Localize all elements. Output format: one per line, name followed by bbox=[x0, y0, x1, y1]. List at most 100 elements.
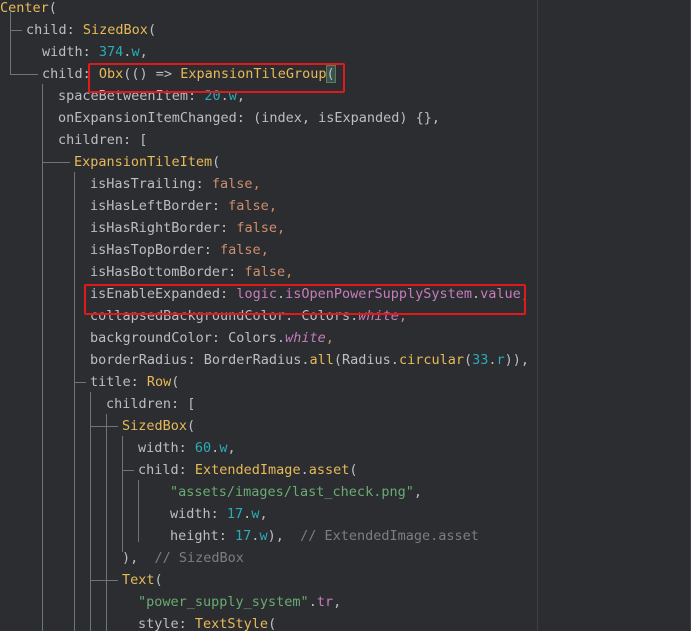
code-line[interactable]: child: SizedBox( bbox=[26, 19, 156, 41]
code-token: , bbox=[139, 44, 148, 60]
code-token: , bbox=[268, 198, 277, 214]
code-token: false bbox=[236, 220, 277, 236]
indent-guide-horizontal bbox=[42, 162, 70, 163]
code-line[interactable]: children: [ bbox=[106, 393, 195, 415]
indent-guide-vertical bbox=[90, 392, 91, 631]
code-token: ( bbox=[154, 572, 163, 588]
code-token: title: bbox=[90, 374, 147, 390]
code-line[interactable]: isHasLeftBorder: false, bbox=[90, 195, 277, 217]
code-token: ( bbox=[333, 352, 343, 368]
code-token: ( bbox=[325, 65, 336, 83]
code-token: Row bbox=[146, 374, 172, 390]
code-line[interactable]: collapsedBackgroundColor: Colors.white, bbox=[90, 305, 407, 327]
code-line[interactable]: borderRadius: BorderRadius.all(Radius.ci… bbox=[90, 349, 529, 371]
code-line[interactable]: spaceBetweenItem: 20.w, bbox=[58, 85, 245, 107]
code-token: 33 bbox=[472, 352, 489, 368]
code-line[interactable]: "power_supply_system".tr, bbox=[138, 591, 341, 613]
code-line[interactable]: height: 17.w), // ExtendedImage.asset bbox=[170, 525, 479, 547]
code-token: , bbox=[260, 242, 269, 258]
code-token: isHasTrailing: bbox=[90, 176, 212, 192]
code-token: ), bbox=[267, 528, 301, 544]
code-token: . bbox=[276, 286, 286, 302]
code-token: isEnableExpanded: bbox=[90, 286, 237, 302]
indent-guide-horizontal bbox=[122, 470, 134, 471]
indent-guide-vertical bbox=[74, 172, 75, 631]
code-token: // ExtendedImage.asset bbox=[300, 528, 479, 544]
code-line[interactable]: backgroundColor: Colors.white, bbox=[90, 327, 334, 349]
indent-guide-horizontal bbox=[74, 382, 86, 383]
code-token: white bbox=[358, 308, 399, 324]
code-token: false bbox=[211, 176, 253, 192]
code-token: isHasRightBorder: bbox=[90, 220, 237, 236]
code-line[interactable]: Center( bbox=[0, 0, 57, 19]
code-line[interactable]: SizedBox( bbox=[122, 415, 195, 437]
indent-guide-horizontal bbox=[90, 426, 118, 427]
code-token: false bbox=[244, 264, 286, 280]
code-line[interactable]: isHasBottomBorder: false, bbox=[90, 261, 293, 283]
code-token: height: bbox=[170, 528, 236, 544]
code-line[interactable]: Text( bbox=[122, 569, 163, 591]
code-line[interactable]: isHasTopBorder: false, bbox=[90, 239, 269, 261]
code-token: child: bbox=[42, 66, 99, 82]
code-token: BorderRadius bbox=[203, 352, 302, 368]
code-editor[interactable]: Center(child: SizedBox(width: 374.w, chil… bbox=[0, 0, 691, 631]
code-line[interactable]: width: 374.w, bbox=[42, 41, 148, 63]
code-token: , bbox=[398, 308, 407, 324]
indent-guide-vertical bbox=[138, 480, 139, 542]
code-token: SizedBox bbox=[122, 418, 188, 434]
code-token: 17 bbox=[226, 506, 244, 522]
code-line[interactable]: isHasRightBorder: false, bbox=[90, 217, 285, 239]
code-token: isHasBottomBorder: bbox=[90, 264, 245, 280]
code-token: collapsedBackgroundColor: Colors. bbox=[90, 308, 359, 324]
code-token: backgroundColor: Colors. bbox=[90, 330, 286, 346]
code-token: , bbox=[252, 176, 261, 192]
code-token: )), bbox=[504, 352, 530, 368]
indent-guide-vertical bbox=[122, 436, 123, 552]
code-token: asset bbox=[308, 462, 350, 478]
code-line[interactable]: child: ExtendedImage.asset( bbox=[138, 459, 358, 481]
code-token: child: bbox=[26, 22, 83, 38]
code-line[interactable]: isEnableExpanded: logic.isOpenPowerSuppl… bbox=[90, 283, 529, 305]
code-line[interactable]: style: TextStyle( bbox=[138, 613, 276, 631]
code-token: isHasLeftBorder: bbox=[90, 198, 229, 214]
code-token: Obx bbox=[98, 66, 124, 82]
code-token: false bbox=[220, 242, 261, 258]
code-line[interactable]: onExpansionItemChanged: (index, isExpand… bbox=[58, 107, 440, 129]
code-token: 17 bbox=[235, 528, 252, 544]
code-token: . bbox=[472, 286, 481, 302]
code-token: SizedBox bbox=[82, 22, 148, 38]
code-token: ( bbox=[171, 374, 180, 390]
code-line[interactable]: isHasTrailing: false, bbox=[90, 173, 261, 195]
code-token: . bbox=[308, 594, 317, 610]
code-line[interactable]: ), // SizedBox bbox=[122, 547, 244, 569]
code-token: . bbox=[300, 462, 309, 478]
code-token: white bbox=[285, 330, 326, 346]
code-token: spaceBetweenItem: bbox=[58, 88, 205, 104]
code-token: , bbox=[333, 594, 342, 610]
code-token: onExpansionItemChanged: (index, isExpand… bbox=[58, 110, 441, 126]
code-line[interactable]: child: Obx(() => ExpansionTileGroup( bbox=[42, 63, 336, 85]
code-token: ( bbox=[48, 0, 57, 16]
indent-guide-horizontal bbox=[10, 74, 38, 75]
code-line[interactable]: width: 17.w, bbox=[170, 503, 268, 525]
code-line[interactable]: "assets/images/last_check.png", bbox=[170, 481, 422, 503]
code-line[interactable]: children: [ bbox=[58, 129, 147, 151]
code-token: logic bbox=[236, 286, 277, 302]
indent-guide-vertical bbox=[42, 84, 43, 162]
indent-guide-vertical bbox=[106, 414, 107, 631]
code-token: , bbox=[285, 264, 294, 280]
code-token: , bbox=[259, 506, 268, 522]
code-token: ( bbox=[268, 616, 277, 631]
indent-guide-vertical bbox=[42, 84, 43, 631]
code-token: , bbox=[413, 484, 422, 500]
code-token: ExpansionTileItem bbox=[74, 154, 213, 170]
code-token: . bbox=[390, 352, 399, 368]
code-line[interactable]: title: Row( bbox=[90, 371, 179, 393]
indent-guide-horizontal bbox=[10, 30, 22, 31]
code-line[interactable]: ExpansionTileItem( bbox=[74, 151, 220, 173]
code-line[interactable]: width: 60.w, bbox=[138, 437, 236, 459]
right-margin-guide bbox=[537, 0, 538, 631]
code-token: "power_supply_system" bbox=[138, 594, 309, 610]
code-token: // SizedBox bbox=[154, 550, 244, 566]
code-token: ), bbox=[122, 550, 155, 566]
